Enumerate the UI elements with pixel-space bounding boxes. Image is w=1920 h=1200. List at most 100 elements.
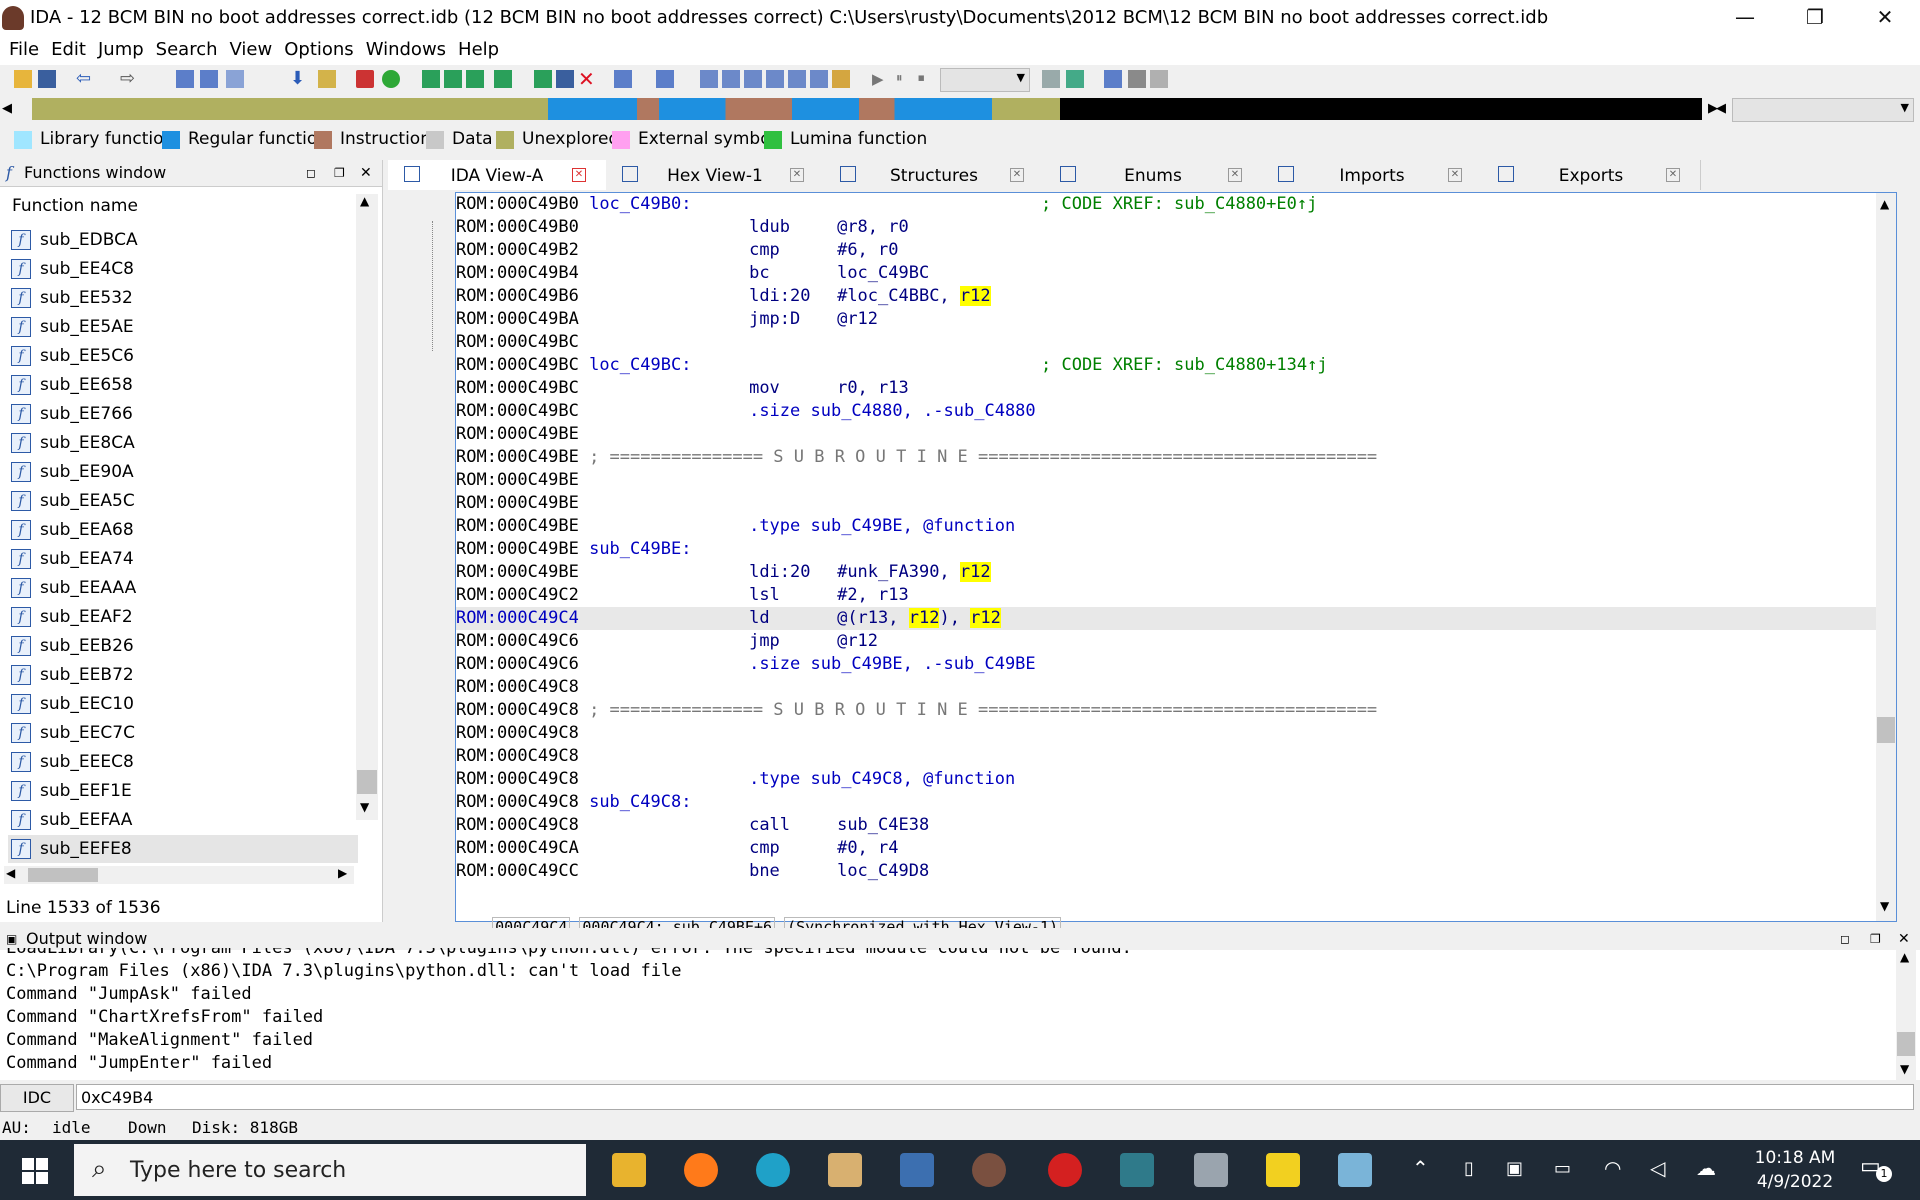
disasm-line[interactable]: ROM:000C49C8 bbox=[456, 745, 1876, 768]
disasm-line[interactable]: ROM:000C49C6 jmp @r12 bbox=[456, 630, 1876, 653]
scroll-up-icon[interactable]: ▲ bbox=[1880, 197, 1889, 211]
nav-left-arrow2-icon[interactable]: ◀ bbox=[1716, 98, 1730, 120]
cloud-icon[interactable]: ☁ bbox=[1696, 1156, 1716, 1180]
menu-help[interactable]: Help bbox=[452, 35, 505, 65]
hxd-icon[interactable] bbox=[828, 1153, 862, 1187]
disasm-line[interactable]: ROM:000C49BC mov r0, r13 bbox=[456, 377, 1876, 400]
scroll-down-icon[interactable]: ▼ bbox=[1900, 1062, 1909, 1076]
call-graph-icon[interactable] bbox=[810, 70, 828, 88]
restore-button[interactable]: ❐ bbox=[1780, 0, 1850, 35]
xref-icon[interactable] bbox=[700, 70, 718, 88]
float-icon[interactable]: ◻ bbox=[306, 160, 316, 186]
close-tab-icon[interactable]: ✕ bbox=[572, 168, 586, 182]
scroll-thumb[interactable] bbox=[1897, 1032, 1915, 1056]
tool-icon[interactable] bbox=[1128, 70, 1146, 88]
phone-icon[interactable]: ▯ bbox=[1464, 1158, 1474, 1179]
disasm-line[interactable]: ROM:000C49C6 .size sub_C49BE, .-sub_C49B… bbox=[456, 653, 1876, 676]
disasm-line[interactable]: ROM:000C49BE sub_C49BE: bbox=[456, 538, 1876, 561]
proximity-icon[interactable] bbox=[656, 70, 674, 88]
tab-exports[interactable]: Exports ✕ bbox=[1482, 160, 1701, 190]
function-list-item[interactable]: f sub_EE658 bbox=[8, 371, 358, 399]
function-list-item[interactable]: f sub_EE8CA bbox=[8, 429, 358, 457]
tab-structures[interactable]: Structures ✕ bbox=[824, 160, 1045, 190]
menu-jump[interactable]: Jump bbox=[92, 35, 150, 65]
idc-input[interactable]: 0xC49B4 bbox=[76, 1084, 1914, 1110]
notepad-app-icon[interactable] bbox=[1338, 1153, 1372, 1187]
disasm-line[interactable]: ROM:000C49BE ; =============== S U B R O… bbox=[456, 446, 1876, 469]
wifi-icon[interactable]: ◠ bbox=[1604, 1156, 1621, 1180]
red-app-icon[interactable] bbox=[1048, 1153, 1082, 1187]
text-icon[interactable] bbox=[356, 70, 374, 88]
graph-view-icon[interactable] bbox=[614, 70, 632, 88]
scroll-up-icon[interactable]: ▲ bbox=[1900, 950, 1909, 964]
disasm-line[interactable]: ROM:000C49BE bbox=[456, 492, 1876, 515]
breakpoint-icon[interactable] bbox=[1104, 70, 1122, 88]
scroll-left-icon[interactable]: ◀ bbox=[6, 866, 15, 880]
disasm-line[interactable]: ROM:000C49B0 loc_C49B0: ; CODE XREF: sub_… bbox=[456, 193, 1876, 216]
function-list-item[interactable]: f sub_EEFE8 bbox=[8, 835, 358, 863]
minimize-button[interactable]: — bbox=[1710, 0, 1780, 35]
stop-icon[interactable]: ⏹ bbox=[918, 70, 936, 88]
close-tab-icon[interactable]: ✕ bbox=[1448, 168, 1462, 182]
close-button[interactable]: ✕ bbox=[1850, 0, 1920, 35]
disasm-line[interactable]: ROM:000C49B2 cmp #6, r0 bbox=[456, 239, 1876, 262]
close-icon[interactable]: ✕ bbox=[360, 160, 372, 186]
warning-app-icon[interactable] bbox=[1266, 1153, 1300, 1187]
ida-view-a[interactable]: ROM:000C49B0 loc_C49B0: ; CODE XREF: sub_… bbox=[432, 192, 1897, 937]
tab-enums[interactable]: Enums ✕ bbox=[1044, 160, 1263, 190]
copy-icon[interactable] bbox=[176, 70, 194, 88]
code-label[interactable]: sub_C49BE: bbox=[589, 538, 749, 561]
function-list-item[interactable]: f sub_EEA74 bbox=[8, 545, 358, 573]
disasm-line[interactable]: ROM:000C49C8 .type sub_C49C8, @function bbox=[456, 768, 1876, 791]
function-list-scrollbar[interactable]: ▲ ▼ bbox=[356, 194, 378, 820]
green-circle-icon[interactable] bbox=[382, 70, 400, 88]
navigation-band[interactable]: ◀ ▶ ◀ ▼ bbox=[0, 94, 1920, 124]
menu-options[interactable]: Options bbox=[278, 35, 359, 65]
scroll-thumb[interactable] bbox=[357, 770, 377, 794]
scroll-thumb[interactable] bbox=[1877, 717, 1895, 743]
scroll-down-icon[interactable]: ▼ bbox=[360, 800, 369, 814]
attach-icon[interactable] bbox=[1042, 70, 1060, 88]
make-array-icon[interactable] bbox=[494, 70, 512, 88]
device-icon[interactable]: ▣ bbox=[1506, 1158, 1523, 1179]
function-list-item[interactable]: f sub_EEA68 bbox=[8, 516, 358, 544]
open-icon[interactable] bbox=[14, 70, 32, 88]
disasm-line[interactable]: ROM:000C49C8 bbox=[456, 722, 1876, 745]
disasm-line[interactable]: ROM:000C49C8 call sub_C4E38 bbox=[456, 814, 1876, 837]
function-list-item[interactable]: f sub_EE90A bbox=[8, 458, 358, 486]
search-icon[interactable] bbox=[318, 70, 336, 88]
volume-icon[interactable]: ◁ bbox=[1650, 1156, 1665, 1180]
output-scrollbar[interactable]: ▲ ▼ bbox=[1896, 950, 1916, 1080]
tab-ida-view-a[interactable]: IDA View-A ✕ bbox=[388, 160, 607, 190]
close-icon[interactable]: ✕ bbox=[1898, 928, 1910, 950]
function-list-item[interactable]: f sub_EDBCA bbox=[8, 226, 358, 254]
play-icon[interactable]: ▶ bbox=[872, 70, 890, 88]
disasm-line[interactable]: ROM:000C49BC .size sub_C4880, .-sub_C488… bbox=[456, 400, 1876, 423]
function-list-item[interactable]: f sub_EEB26 bbox=[8, 632, 358, 660]
pause-icon[interactable]: ⏸ bbox=[896, 70, 914, 88]
function-list-item[interactable]: f sub_EE5AE bbox=[8, 313, 358, 341]
close-tab-icon[interactable]: ✕ bbox=[1010, 168, 1024, 182]
menu-windows[interactable]: Windows bbox=[360, 35, 452, 65]
nav-left-arrow-icon[interactable]: ◀ bbox=[2, 98, 16, 120]
close-tab-icon[interactable]: ✕ bbox=[1228, 168, 1242, 182]
edge-icon[interactable] bbox=[756, 1153, 790, 1187]
disasm-line[interactable]: ROM:000C49BC bbox=[456, 331, 1876, 354]
disasm-scrollbar[interactable]: ▲ ▼ bbox=[1876, 193, 1896, 921]
close-tab-icon[interactable]: ✕ bbox=[1666, 168, 1680, 182]
function-list-item[interactable]: f sub_EEC7C bbox=[8, 719, 358, 747]
jump-down-icon[interactable]: ⬇ bbox=[290, 70, 308, 88]
segment-select[interactable]: ▼ bbox=[1732, 98, 1914, 122]
make-struct-icon[interactable] bbox=[556, 70, 574, 88]
close-tab-icon[interactable]: ✕ bbox=[790, 168, 804, 182]
menu-file[interactable]: File bbox=[3, 35, 45, 65]
detach-icon[interactable] bbox=[1066, 70, 1084, 88]
flow-chart-icon[interactable] bbox=[788, 70, 806, 88]
disasm-line[interactable]: ROM:000C49BE .type sub_C49BE, @function bbox=[456, 515, 1876, 538]
cut-icon[interactable] bbox=[226, 70, 244, 88]
disasm-line[interactable]: ROM:000C49BE ldi:20 #unk_FA390, r12 bbox=[456, 561, 1876, 584]
disasm-line[interactable]: ROM:000C49BE bbox=[456, 423, 1876, 446]
tab-hex-view-1[interactable]: Hex View-1 ✕ bbox=[606, 160, 825, 190]
disasm-line[interactable]: ROM:000C49BA jmp:D @r12 bbox=[456, 308, 1876, 331]
function-list-item[interactable]: f sub_EE766 bbox=[8, 400, 358, 428]
